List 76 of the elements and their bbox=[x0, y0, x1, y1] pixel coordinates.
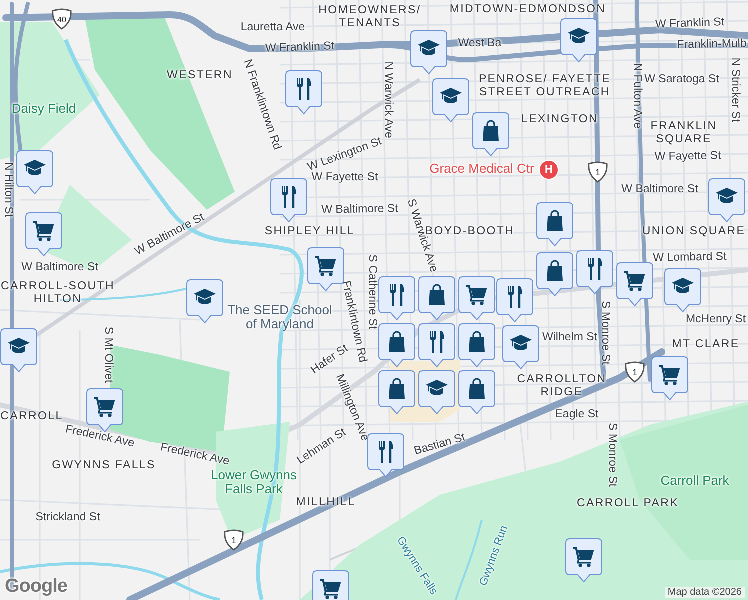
shopping-cart-pin[interactable] bbox=[616, 262, 654, 308]
graduation-cap-pin[interactable] bbox=[502, 325, 540, 371]
street-label: S Monroe St bbox=[606, 423, 618, 487]
place-label[interactable]: Grace Medical Ctr bbox=[430, 162, 534, 176]
shopping-cart-pin[interactable] bbox=[25, 212, 63, 258]
graduation-cap-pin[interactable] bbox=[0, 328, 38, 374]
street-label: Bastian St bbox=[413, 432, 467, 458]
street-label: W Baltimore St bbox=[22, 262, 98, 274]
neighborhood-label: MT CLARE bbox=[672, 338, 740, 352]
shopping-cart-pin[interactable] bbox=[458, 276, 496, 322]
neighborhood-label: LEXINGTON bbox=[521, 114, 599, 126]
neighborhood-label: SHIPLEY HILL bbox=[264, 226, 356, 238]
street-label: N Warwick Ave bbox=[382, 62, 394, 138]
shopping-bag-pin[interactable] bbox=[418, 276, 456, 322]
route-shield: 1 bbox=[587, 161, 609, 183]
street-label: Strickland St bbox=[36, 512, 100, 524]
street-label: W Fayette St bbox=[654, 150, 722, 164]
neighborhood-label: CARROLL PARK bbox=[577, 498, 679, 510]
park-label: Daisy Field bbox=[12, 102, 76, 116]
hospital-marker-icon[interactable]: H bbox=[539, 160, 559, 180]
park-label: Lower Gwynns Falls Park bbox=[210, 468, 297, 498]
shopping-bag-pin[interactable] bbox=[536, 252, 574, 298]
neighborhood-label: CARROLL bbox=[0, 410, 64, 424]
fork-knife-pin[interactable] bbox=[270, 178, 308, 224]
neighborhood-label: WESTERN bbox=[167, 70, 233, 82]
route-shield: 1 bbox=[624, 361, 646, 383]
street-label: N Stricker St bbox=[728, 58, 742, 122]
neighborhood-label: PENROSE/ FAYETTE STREET OUTREACH bbox=[478, 73, 612, 99]
shopping-cart-pin[interactable] bbox=[651, 356, 689, 402]
fork-knife-pin[interactable] bbox=[496, 278, 534, 324]
park-label: Carroll Park bbox=[660, 474, 730, 488]
neighborhood-label: GWYNNS FALLS bbox=[52, 460, 156, 472]
neighborhood-label: CARROLL-SOUTH HILTON bbox=[0, 280, 116, 306]
neighborhood-label: CARROLLTON RIDGE bbox=[516, 373, 608, 399]
shopping-bag-pin[interactable] bbox=[458, 370, 496, 416]
street-label: W Fayette St bbox=[312, 172, 378, 184]
neighborhood-label: HOMEOWNERS/ TENANTS bbox=[318, 4, 422, 30]
fork-knife-pin[interactable] bbox=[378, 276, 416, 322]
street-label: N Hilton St bbox=[2, 162, 14, 218]
shopping-cart-pin[interactable] bbox=[307, 247, 345, 293]
graduation-cap-pin[interactable] bbox=[186, 279, 224, 325]
neighborhood-label: MIDTOWN-EDMONDSON bbox=[448, 4, 608, 16]
shopping-bag-pin[interactable] bbox=[536, 202, 574, 248]
route-shield: 40 bbox=[51, 8, 73, 30]
street-label: Frederick Ave bbox=[64, 424, 136, 450]
neighborhood-label: FRANKLIN SQUARE bbox=[650, 120, 718, 146]
street-label: W Franklin St bbox=[265, 40, 335, 56]
shopping-bag-pin[interactable] bbox=[458, 323, 496, 369]
street-label: W Franklin St bbox=[655, 16, 725, 32]
street-label: W Baltimore St bbox=[322, 203, 398, 217]
street-label: Wilhelm St bbox=[542, 332, 598, 344]
fork-knife-pin[interactable] bbox=[285, 70, 323, 116]
street-label: S Monroe St bbox=[598, 301, 612, 365]
route-shield: 1 bbox=[223, 529, 245, 551]
graduation-cap-pin[interactable] bbox=[708, 178, 746, 224]
street-label: S Catherine St bbox=[366, 254, 378, 330]
neighborhood-label: MILLHILL bbox=[296, 496, 356, 510]
shopping-bag-pin[interactable] bbox=[378, 370, 416, 416]
graduation-cap-pin[interactable] bbox=[432, 78, 470, 124]
street-label: Lauretta Ave bbox=[240, 22, 306, 34]
fork-knife-pin[interactable] bbox=[367, 433, 405, 479]
shopping-bag-pin[interactable] bbox=[472, 112, 510, 158]
graduation-cap-pin[interactable] bbox=[664, 268, 702, 314]
graduation-cap-pin[interactable] bbox=[560, 18, 598, 64]
street-label: W Lombard St bbox=[653, 251, 727, 265]
street-label: Frederick Ave bbox=[159, 442, 231, 468]
street-label: N Fulton Ave bbox=[630, 63, 644, 129]
fork-knife-pin[interactable] bbox=[576, 250, 614, 296]
graduation-cap-pin[interactable] bbox=[16, 150, 54, 196]
graduation-cap-pin[interactable] bbox=[410, 30, 448, 76]
street-label: S Mt Olivet bbox=[102, 326, 114, 384]
street-label: McHenry St bbox=[686, 314, 746, 326]
neighborhood-label: UNION SQUARE bbox=[642, 226, 746, 238]
street-label: Eagle St bbox=[555, 408, 599, 422]
street-label: W Saratoga St bbox=[644, 74, 720, 86]
map-attribution: Map data ©2026 bbox=[664, 587, 745, 598]
